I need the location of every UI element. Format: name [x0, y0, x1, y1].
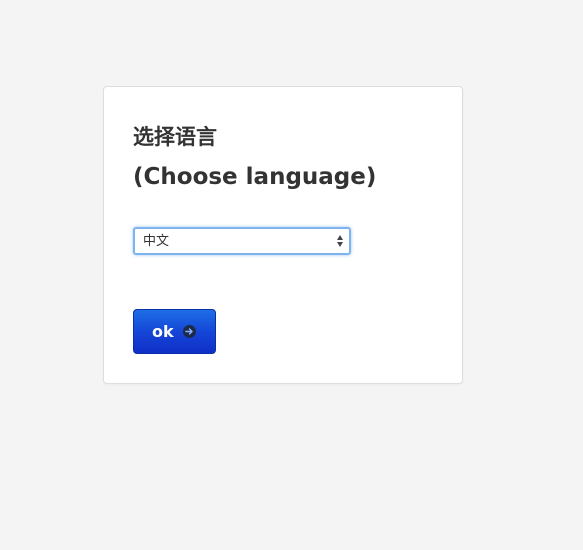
language-select-value: 中文 [143, 234, 170, 249]
ok-button[interactable]: ok [133, 309, 216, 354]
ok-button-label: ok [152, 322, 174, 341]
dialog-title-english: (Choose language) [133, 164, 377, 190]
language-dialog: 选择语言 (Choose language) 中文 ok [103, 86, 463, 384]
language-select[interactable]: 中文 [133, 227, 351, 255]
arrow-right-circle-icon [183, 325, 196, 338]
dialog-title-chinese: 选择语言 [133, 125, 217, 149]
select-arrows-icon [337, 232, 345, 250]
